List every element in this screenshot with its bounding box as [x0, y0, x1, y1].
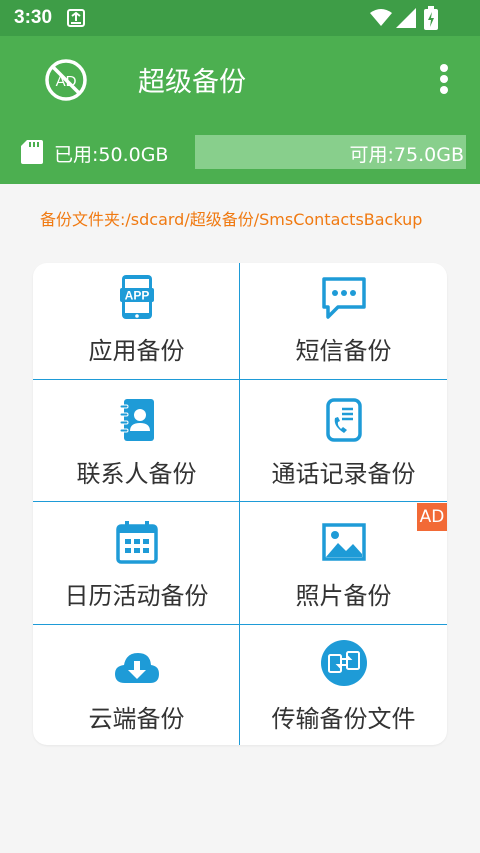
battery-icon [424, 6, 438, 34]
ad-block-button[interactable]: AD [44, 58, 88, 102]
photo-backup-label: 照片备份 [295, 582, 392, 610]
storage-section: 已用:50.0GB 可用:75.0GB [0, 122, 480, 184]
message-icon [320, 273, 368, 321]
storage-usage-bar: 已用:50.0GB 可用:75.0GB [14, 135, 466, 169]
dot [440, 64, 448, 72]
cloud-backup-button[interactable]: 云端备份 [33, 625, 240, 745]
status-time: 3:30 [14, 7, 53, 28]
call-log-backup-button[interactable]: 通话记录备份 [240, 380, 447, 501]
grid-divider-horizontal [33, 379, 447, 380]
dot [440, 75, 448, 83]
status-bar: 3:30 [0, 0, 480, 36]
app-icon: APP [113, 273, 161, 321]
sd-card-icon [21, 140, 43, 168]
cloud-backup-label: 云端备份 [88, 705, 185, 733]
grid-divider-horizontal [33, 501, 447, 502]
calendar-backup-button[interactable]: 日历活动备份 [33, 502, 240, 624]
sms-backup-button[interactable]: 短信备份 [240, 263, 447, 379]
app-icon-text: APP [124, 289, 149, 303]
overflow-menu-button[interactable] [432, 62, 456, 98]
backup-path-text: 备份文件夹:/sdcard/超级备份/SmsContactsBackup [40, 210, 423, 229]
calendar-icon [113, 518, 161, 566]
photo-icon [320, 518, 368, 566]
app-title: 超级备份 [138, 67, 246, 98]
app-backup-button[interactable]: APP 应用备份 [33, 263, 240, 379]
no-ad-icon: AD [45, 59, 87, 101]
transfer-icon [320, 639, 368, 687]
grid-divider-vertical [239, 263, 240, 745]
cloud-download-icon [113, 645, 161, 693]
sms-backup-label: 短信备份 [295, 337, 392, 365]
call-log-backup-label: 通话记录备份 [271, 460, 416, 488]
storage-status-icon [66, 8, 86, 32]
calendar-backup-label: 日历活动备份 [64, 582, 209, 610]
photo-backup-button[interactable]: 照片备份 [240, 502, 447, 624]
backup-options-grid: APP 应用备份 短信备份 联系人备份 通话记录备份 日历活动备份 照片备份 云… [33, 263, 447, 745]
wifi-icon [370, 9, 392, 31]
transfer-backup-label: 传输备份文件 [271, 705, 416, 733]
app-bar: AD 超级备份 [0, 36, 480, 122]
grid-divider-horizontal [33, 624, 447, 625]
call-log-icon [320, 396, 368, 444]
signal-icon [396, 8, 416, 32]
free-storage-text: 可用:75.0GB [349, 144, 464, 166]
app-backup-label: 应用备份 [88, 337, 185, 365]
used-storage-text: 已用:50.0GB [54, 144, 169, 166]
contacts-icon [113, 396, 161, 444]
transfer-backup-button[interactable]: 传输备份文件 [240, 625, 447, 745]
ad-badge: AD [417, 503, 447, 531]
dot [440, 86, 448, 94]
contacts-backup-button[interactable]: 联系人备份 [33, 380, 240, 501]
contacts-backup-label: 联系人备份 [76, 460, 197, 488]
